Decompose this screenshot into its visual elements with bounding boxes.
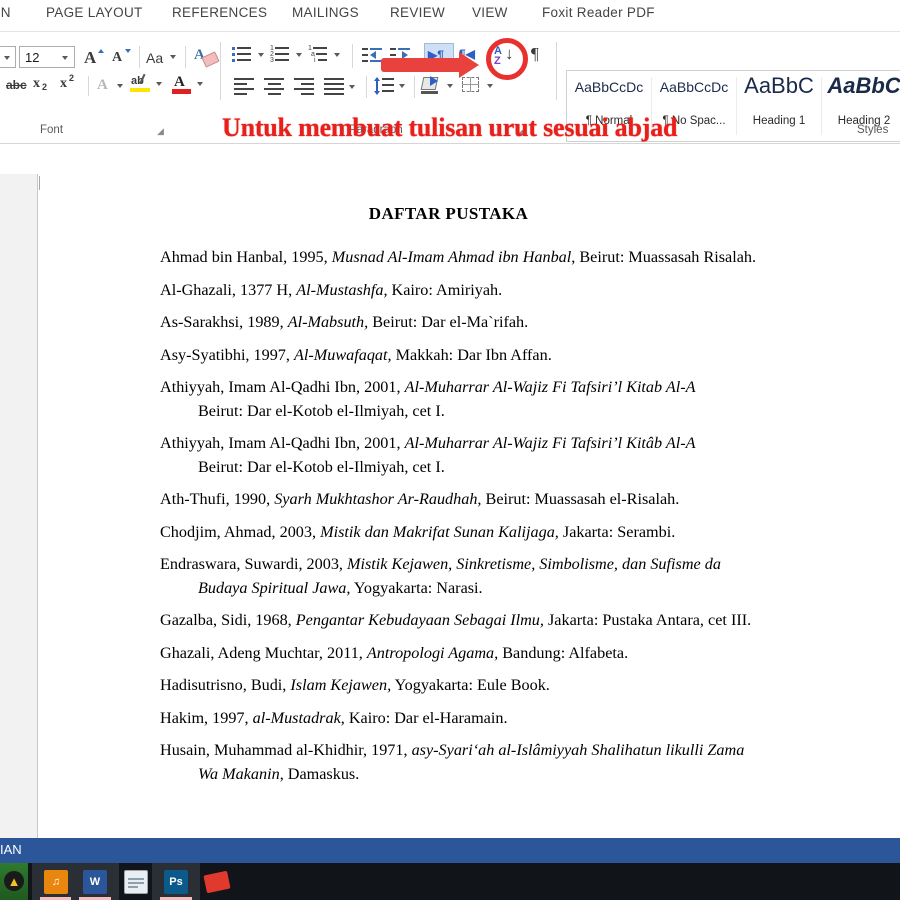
notepad-icon [124,870,148,894]
show-formatting-marks-button[interactable]: ¶ [528,44,550,68]
highlight-swatch [130,88,150,92]
photoshop-icon: Ps [164,870,188,894]
left-arrow-icon [370,51,376,59]
tab-page-layout[interactable]: PAGE LAYOUT [46,5,143,20]
chevron-down-icon [197,82,203,86]
multilevel-list-button[interactable]: 1 a i [308,45,342,67]
bibliography-entry-continuation[interactable]: Wa Makanin, Damaskus. [160,763,900,787]
divider [139,46,140,68]
divider [88,76,89,96]
ribbon-tab-bar: GN PAGE LAYOUT REFERENCES MAILINGS REVIE… [0,0,900,32]
tab-view[interactable]: VIEW [472,5,508,20]
shrink-font-button[interactable]: A [110,47,134,68]
start-icon: ▲ [4,871,24,891]
tab-foxit-reader-pdf[interactable]: Foxit Reader PDF [542,5,655,20]
bibliography-entry[interactable]: Asy-Syatibhi, 1997, Al-Muwafaqat, Makkah… [160,344,900,368]
word-icon: W [83,870,107,894]
divider [366,76,367,98]
chevron-down-icon [487,84,493,88]
tab-design[interactable]: GN [0,5,11,20]
tab-mailings[interactable]: MAILINGS [292,5,359,20]
divider [352,44,353,68]
bibliography-entry[interactable]: Hakim, 1997, al-Mustadrak, Kairo: Dar el… [160,707,900,731]
status-bar: IAN [0,838,900,863]
align-right-button[interactable] [294,78,316,96]
chevron-down-icon [296,53,302,57]
chevron-down-icon [258,53,264,57]
group-label-font: Font [40,124,64,136]
chevron-down-icon [334,53,340,57]
align-center-button[interactable] [264,78,286,96]
borders-button[interactable] [461,76,495,98]
grow-font-button[interactable]: A [82,47,106,68]
style-heading-1[interactable]: AaBbC Heading 1 [737,71,821,141]
chevron-down-icon [447,84,453,88]
bibliography-entry-continuation[interactable]: Beirut: Dar el-Kotob el-Ilmiyah, cet I. [160,400,900,424]
numbering-button[interactable]: 1 2 3 [270,45,304,67]
chevron-down-icon [4,56,10,60]
ruler[interactable]: 2 1 1 2 3 4 5 6 7 8 9 10 11 12 13 14 15 [0,144,900,319]
chevron-down-icon [156,82,162,86]
font-dialog-launcher[interactable]: ◢ [157,126,164,137]
align-left-button[interactable] [234,78,256,96]
tab-review[interactable]: REVIEW [390,5,445,20]
divider [185,46,186,68]
status-bar-text: IAN [0,842,22,857]
start-button[interactable]: ▲ [0,863,28,900]
document-canvas[interactable]: DAFTAR PUSTAKA Ahmad bin Hanbal, 1995, M… [0,174,900,838]
annotation-arrow-head [459,52,479,78]
bibliography-entry[interactable]: Hadisutrisno, Budi, Islam Kejawen, Yogya… [160,674,900,698]
font-color-button[interactable]: A [172,75,206,99]
taskbar[interactable]: ▲ ♫ W Ps [0,863,900,900]
bibliography-entry[interactable]: As-Sarakhsi, 1989, Al-Mabsuth, Beirut: D… [160,311,900,335]
change-case-button[interactable]: Aa [145,47,179,68]
taskbar-item-pdf-reader[interactable] [193,863,241,900]
group-label-styles: Styles [857,124,889,136]
justify-button[interactable] [324,78,358,96]
bibliography-list[interactable]: Ahmad bin Hanbal, 1995, Musnad Al-Imam A… [160,246,900,795]
bullets-button[interactable] [232,45,266,67]
font-size-combobox[interactable]: 12 [19,46,75,68]
clear-formatting-button[interactable]: A [193,46,220,68]
bibliography-entry-continuation[interactable]: Beirut: Dar el-Kotob el-Ilmiyah, cet I. [160,456,900,480]
tab-references[interactable]: REFERENCES [172,5,267,20]
bibliography-entry[interactable]: Ghazali, Adeng Muchtar, 2011, Antropolog… [160,642,900,666]
chevron-down-icon [170,55,176,59]
annotation-arrow-shaft [381,58,463,72]
document-heading: DAFTAR PUSTAKA [368,204,529,223]
book-icon [203,870,231,894]
font-name-combobox[interactable]: o [0,46,16,68]
group-divider [220,42,221,100]
bibliography-entry[interactable]: Endraswara, Suwardi, 2003, Mistik Kejawe… [160,553,900,577]
chevron-down-icon [62,56,68,60]
text-highlight-color-button[interactable]: ab [130,73,164,99]
bibliography-entry[interactable]: Husain, Muhammad al-Khidhir, 1971, asy-S… [160,739,900,763]
annotation-caption: Untuk membuat tulisan urut sesuai abjad [222,113,678,142]
sort-button-highlight-circle [486,38,528,80]
bibliography-entry[interactable]: Gazalba, Sidi, 1968, Pengantar Kebudayaa… [160,609,900,633]
bibliography-entry[interactable]: Al-Ghazali, 1377 H, Al-Mustashfa, Kairo:… [160,279,900,303]
grow-arrow-icon [98,49,104,53]
chevron-down-icon [349,85,355,89]
bibliography-entry[interactable]: Ath-Thufi, 1990, Syarh Mukhtashor Ar-Rau… [160,488,900,512]
shading-button[interactable] [420,76,455,98]
font-color-swatch [172,89,191,94]
bibliography-entry[interactable]: Athiyyah, Imam Al-Qadhi Ibn, 2001, Al-Mu… [160,432,900,456]
group-divider [556,42,557,100]
chevron-down-icon [117,84,123,88]
chevron-down-icon [399,84,405,88]
line-spacing-button[interactable] [374,77,408,97]
text-effects-button[interactable]: A [96,77,126,97]
text-caret [39,176,40,190]
divider [414,76,415,98]
bibliography-entry[interactable]: Ahmad bin Hanbal, 1995, Musnad Al-Imam A… [160,246,900,270]
music-note-icon: ♫ [44,870,68,894]
bibliography-entry[interactable]: Athiyyah, Imam Al-Qadhi Ibn, 2001, Al-Mu… [160,376,900,400]
bibliography-entry[interactable]: Chodjim, Ahmad, 2003, Mistik dan Makrifa… [160,521,900,545]
document-left-gutter [0,174,37,838]
bibliography-entry-continuation[interactable]: Budaya Spiritual Jawa, Yogyakarta: Naras… [160,577,900,601]
shrink-arrow-icon [125,49,131,53]
